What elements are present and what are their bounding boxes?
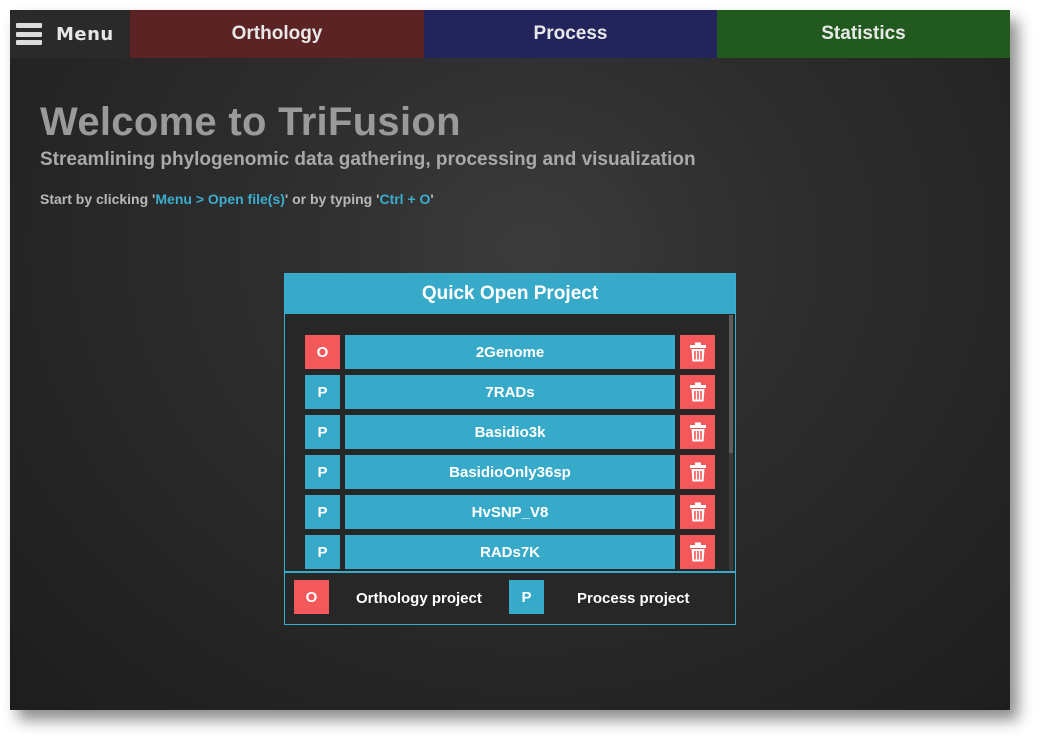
orthology-legend-badge: O — [294, 580, 329, 614]
trash-icon — [689, 422, 707, 442]
hint-suffix: ' — [430, 191, 434, 207]
delete-project-button[interactable] — [680, 455, 715, 489]
trash-icon — [689, 462, 707, 482]
top-navigation-bar: Menu Orthology Process Statistics — [10, 10, 1010, 58]
hint-menu-path: Menu > Open file(s) — [155, 191, 285, 207]
project-list-scrollbar[interactable] — [729, 315, 733, 571]
project-type-badge[interactable]: P — [305, 535, 340, 569]
start-hint: Start by clicking 'Menu > Open file(s)' … — [40, 191, 434, 207]
tab-orthology[interactable]: Orthology — [130, 10, 424, 58]
trash-icon — [689, 502, 707, 522]
project-row: P Basidio3k — [305, 415, 715, 449]
project-open-button[interactable]: Basidio3k — [345, 415, 675, 449]
delete-project-button[interactable] — [680, 375, 715, 409]
delete-project-button[interactable] — [680, 495, 715, 529]
trash-icon — [689, 542, 707, 562]
delete-project-button[interactable] — [680, 535, 715, 569]
tab-process[interactable]: Process — [424, 10, 717, 58]
quick-open-title: Quick Open Project — [285, 274, 735, 314]
project-type-badge[interactable]: P — [305, 495, 340, 529]
project-row: O 2Genome — [305, 335, 715, 369]
app-window: Menu Orthology Process Statistics Welcom… — [10, 10, 1010, 710]
trash-icon — [689, 342, 707, 362]
project-open-button[interactable]: RADs7K — [345, 535, 675, 569]
hint-prefix: Start by clicking ' — [40, 191, 156, 207]
hamburger-icon — [16, 23, 42, 45]
process-legend-label: Process project — [577, 590, 690, 607]
delete-project-button[interactable] — [680, 335, 715, 369]
project-type-legend: O Orthology project P Process project — [285, 571, 735, 624]
tab-statistics[interactable]: Statistics — [717, 10, 1010, 58]
project-row: P 7RADs — [305, 375, 715, 409]
menu-button[interactable]: Menu — [10, 10, 130, 58]
menu-label: Menu — [56, 23, 114, 45]
delete-project-button[interactable] — [680, 415, 715, 449]
hint-shortcut: Ctrl + O — [379, 191, 431, 207]
project-open-button[interactable]: 2Genome — [345, 335, 675, 369]
project-open-button[interactable]: 7RADs — [345, 375, 675, 409]
welcome-subtitle: Streamlining phylogenomic data gathering… — [40, 149, 696, 170]
project-type-badge[interactable]: P — [305, 455, 340, 489]
project-type-badge[interactable]: P — [305, 375, 340, 409]
project-open-button[interactable]: BasidioOnly36sp — [345, 455, 675, 489]
project-list[interactable]: O 2Genome P 7RADs P Basidio3k P BasidioO… — [285, 315, 735, 571]
project-row: P HvSNP_V8 — [305, 495, 715, 529]
scrollbar-thumb[interactable] — [729, 315, 733, 453]
process-legend-badge: P — [509, 580, 544, 614]
project-row: P RADs7K — [305, 535, 715, 569]
project-type-badge[interactable]: O — [305, 335, 340, 369]
project-open-button[interactable]: HvSNP_V8 — [345, 495, 675, 529]
project-type-badge[interactable]: P — [305, 415, 340, 449]
welcome-title: Welcome to TriFusion — [40, 100, 461, 144]
hint-middle: ' or by typing ' — [284, 191, 380, 207]
trash-icon — [689, 382, 707, 402]
orthology-legend-label: Orthology project — [356, 590, 482, 607]
quick-open-panel: Quick Open Project O 2Genome P 7RADs P B… — [284, 273, 736, 625]
project-row: P BasidioOnly36sp — [305, 455, 715, 489]
